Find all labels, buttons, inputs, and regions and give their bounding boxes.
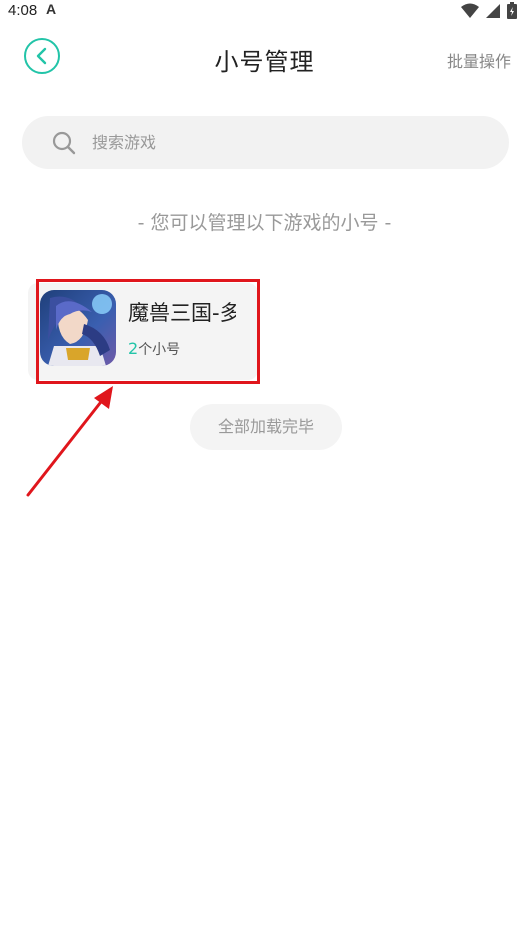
search-input[interactable] (90, 132, 474, 153)
status-icons (461, 2, 517, 19)
status-time: 4:08 (8, 2, 38, 19)
search-icon (52, 131, 76, 154)
game-icon (40, 290, 116, 366)
game-account-count: 2个小号 (128, 339, 180, 359)
header: 小号管理 批量操作 (0, 32, 529, 88)
battery-icon (507, 2, 517, 19)
game-card[interactable]: 魔兽三国-多 2个小号 (28, 283, 258, 380)
batch-operation-button[interactable]: 批量操作 (447, 48, 511, 72)
count-suffix: 个小号 (138, 342, 181, 358)
hint-text: - 您可以管理以下游戏的小号 - (137, 212, 392, 234)
app-notification-icon: A (46, 1, 57, 17)
count-number: 2 (128, 339, 139, 358)
load-complete-label: 全部加载完毕 (190, 404, 342, 450)
search-bar[interactable] (22, 116, 509, 169)
signal-icon (486, 3, 500, 18)
wifi-icon (461, 3, 479, 18)
status-bar: 4:08 A (0, 0, 529, 24)
game-name: 魔兽三国-多 (128, 301, 236, 325)
